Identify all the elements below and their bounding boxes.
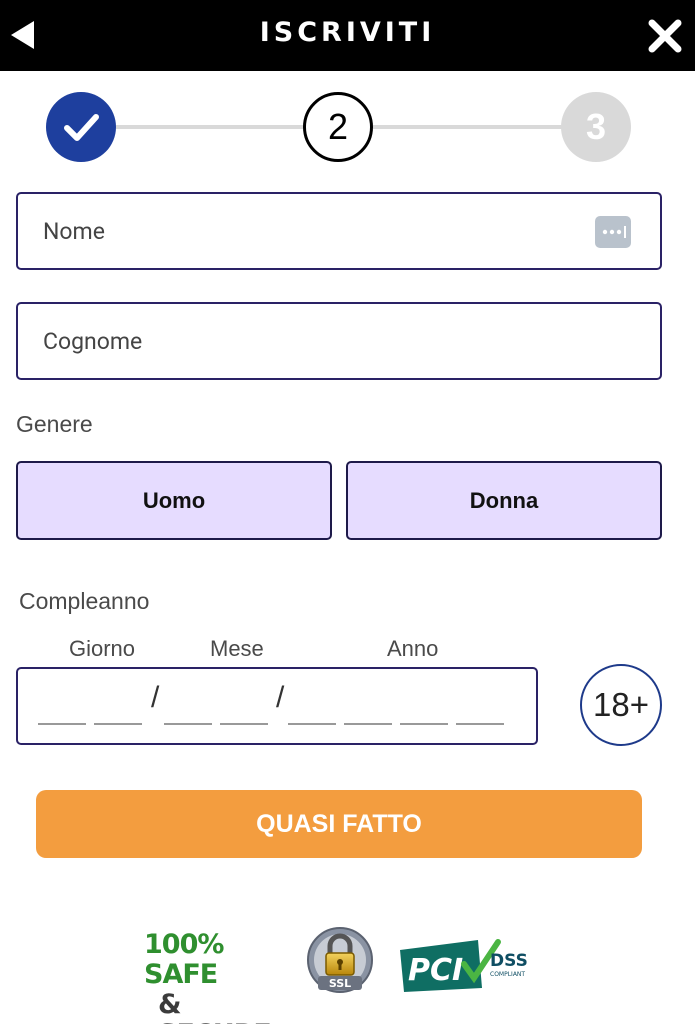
svg-text:DSS: DSS (490, 951, 528, 971)
safe-secure-badge: 100% SAFE & SECURE (144, 929, 272, 1024)
svg-text:COMPLIANT: COMPLIANT (490, 971, 525, 978)
progress-stepper: 2 3 (0, 90, 695, 162)
month-label: Mese (210, 636, 264, 661)
date-separator: / (276, 681, 285, 714)
pci-dss-badge: PCI DSS COMPLIANT (398, 934, 538, 994)
year-digit-slot[interactable] (288, 723, 336, 725)
birthday-input[interactable]: / / (16, 667, 538, 745)
header-bar: ISCRIVITI (0, 0, 695, 71)
year-digit-slot[interactable] (400, 723, 448, 725)
step-2-current: 2 (303, 92, 373, 162)
page-title: ISCRIVITI (259, 17, 436, 48)
day-label: Giorno (69, 636, 136, 661)
last-name-field-container (16, 302, 662, 380)
month-digit-slot[interactable] (220, 723, 268, 725)
check-icon (64, 114, 99, 141)
day-digit-slot[interactable] (38, 723, 86, 725)
step-3-upcoming: 3 (561, 92, 631, 162)
day-digit-slot[interactable] (94, 723, 142, 725)
svg-text:PCI: PCI (408, 953, 463, 988)
svg-text:SSL: SSL (329, 977, 351, 990)
gender-option-female[interactable]: Donna (346, 461, 662, 540)
step-1-completed (46, 92, 116, 162)
birthday-label: Compleanno (19, 588, 150, 614)
close-icon (648, 19, 682, 53)
first-name-input[interactable] (18, 194, 660, 268)
step-connector (116, 125, 304, 129)
ssl-lock-icon: SSL (304, 924, 376, 996)
gender-label: Genere (16, 411, 93, 437)
close-button[interactable] (646, 17, 684, 55)
date-separator: / (151, 681, 160, 714)
password-manager-icon[interactable] (595, 216, 631, 248)
year-digit-slot[interactable] (344, 723, 392, 725)
gender-option-male[interactable]: Uomo (16, 461, 332, 540)
last-name-input[interactable] (18, 304, 660, 378)
submit-button[interactable]: QUASI FATTO (36, 790, 642, 858)
month-digit-slot[interactable] (164, 723, 212, 725)
first-name-field-container (16, 192, 662, 270)
year-label: Anno (387, 636, 439, 661)
trust-badges: 100% SAFE & SECURE SSL PCI DSS (0, 920, 695, 1024)
year-digit-slot[interactable] (456, 723, 504, 725)
step-connector (373, 125, 562, 129)
age-restriction-badge: 18+ (580, 664, 662, 746)
